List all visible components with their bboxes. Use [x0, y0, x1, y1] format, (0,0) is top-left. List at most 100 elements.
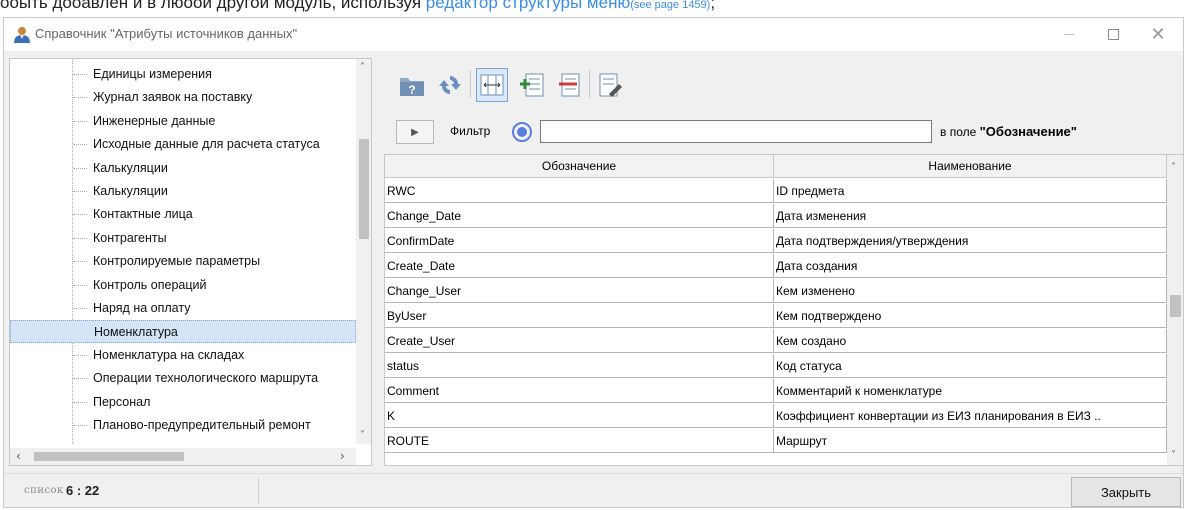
- table-row[interactable]: ByUser Кем подтверждено: [385, 304, 1167, 328]
- minimize-button[interactable]: [1047, 18, 1091, 50]
- maximize-button[interactable]: [1091, 18, 1135, 50]
- play-icon: ▶: [411, 126, 419, 138]
- tree-item[interactable]: Единицы измерения: [10, 63, 356, 86]
- scroll-up-icon[interactable]: ˄: [360, 63, 365, 73]
- cell-name[interactable]: Маршрут: [774, 429, 1167, 453]
- cell-designation[interactable]: Change_User: [385, 279, 774, 303]
- grid-header: Обозначение Наименование: [385, 155, 1167, 178]
- fit-columns-icon: [480, 74, 504, 96]
- toolbar: ?: [384, 58, 1184, 112]
- filter-mode-radio[interactable]: [512, 122, 532, 142]
- table-row[interactable]: Comment Комментарий к номенклатуре: [385, 379, 1167, 403]
- scroll-left-icon[interactable]: ‹: [16, 450, 21, 462]
- table-row[interactable]: Create_User Кем создано: [385, 329, 1167, 353]
- apply-filter-button[interactable]: ▶: [396, 120, 434, 144]
- status-bar: список 6 : 22 Закрыть: [4, 473, 1183, 507]
- scroll-up-icon[interactable]: ˄: [1171, 163, 1176, 173]
- svg-text:?: ?: [408, 83, 415, 97]
- cell-designation[interactable]: status: [385, 354, 774, 378]
- close-window-button[interactable]: ✕: [1136, 18, 1180, 50]
- cell-name[interactable]: ID предмета: [774, 179, 1167, 203]
- cell-name[interactable]: Дата подтверждения/утверждения: [774, 229, 1167, 253]
- cell-name[interactable]: Кем изменено: [774, 279, 1167, 303]
- delete-row-button[interactable]: [552, 68, 584, 102]
- filter-input[interactable]: [540, 120, 932, 143]
- table-row[interactable]: Change_Date Дата изменения: [385, 204, 1167, 228]
- tree-item[interactable]: Контроль операций: [10, 274, 356, 297]
- table-row[interactable]: ConfirmDate Дата подтверждения/утверждени…: [385, 229, 1167, 253]
- delete-row-icon: [559, 73, 580, 97]
- cell-designation[interactable]: Change_Date: [385, 204, 774, 228]
- scroll-down-icon[interactable]: ˅: [360, 431, 365, 441]
- scrollbar-thumb[interactable]: [1170, 295, 1181, 317]
- column-header-designation[interactable]: Обозначение: [385, 155, 774, 178]
- source-tree: Единицы измерения Журнал заявок на постав…: [9, 58, 372, 466]
- document-link[interactable]: редактор структуры меню: [426, 0, 630, 12]
- filter-row: ▶ Фильтр в поле "Обозначение": [384, 118, 1184, 146]
- tree-item[interactable]: Калькуляции: [10, 157, 356, 180]
- cell-designation[interactable]: ByUser: [385, 304, 774, 328]
- cell-name[interactable]: Кем создано: [774, 329, 1167, 353]
- tree-item[interactable]: Номенклатура: [10, 320, 356, 344]
- document-fragment: ооыть дооавлен и в люоои другои модуль, …: [0, 0, 1186, 17]
- close-button[interactable]: Закрыть: [1071, 477, 1181, 507]
- cell-designation[interactable]: Create_Date: [385, 254, 774, 278]
- tree-item[interactable]: Операции технологического маршрута: [10, 367, 356, 390]
- help-folder-button[interactable]: ?: [396, 68, 428, 102]
- tree-item[interactable]: Контактные лица: [10, 203, 356, 226]
- tree-item[interactable]: Наряд на оплату: [10, 297, 356, 320]
- attributes-panel: ? ▶ Фильтр в поле "Обозначение" Обозначе…: [384, 58, 1184, 466]
- cell-name[interactable]: Коэффициент конвертации из ЕИЗ планирова…: [774, 404, 1167, 428]
- edit-row-button[interactable]: [594, 68, 626, 102]
- cell-name[interactable]: Дата создания: [774, 254, 1167, 278]
- tree-item[interactable]: Контрагенты: [10, 227, 356, 250]
- tree-item[interactable]: Планово-предупредительный ремонт: [10, 414, 356, 437]
- document-text: ооыть дооавлен и в люоои другои модуль, …: [0, 0, 715, 13]
- tree-item[interactable]: Журнал заявок на поставку: [10, 86, 356, 109]
- column-header-name[interactable]: Наименование: [774, 155, 1167, 178]
- user-icon: [14, 27, 30, 43]
- page-reference[interactable]: (see page 1459): [630, 0, 710, 11]
- tree-item[interactable]: Инженерные данные: [10, 110, 356, 133]
- table-row[interactable]: Change_User Кем изменено: [385, 279, 1167, 303]
- tree-item[interactable]: Номенклатура на складах: [10, 344, 356, 367]
- fit-columns-button[interactable]: [476, 68, 508, 102]
- cell-designation[interactable]: RWC: [385, 179, 774, 203]
- table-row[interactable]: K Коэффициент конвертации из ЕИЗ планиров…: [385, 404, 1167, 428]
- cell-designation[interactable]: ConfirmDate: [385, 229, 774, 253]
- grid-vertical-scrollbar[interactable]: ˄ ˅: [1167, 155, 1183, 465]
- dictionary-window: Справочник "Атрибуты источников данных" …: [3, 17, 1184, 508]
- add-row-icon: [520, 73, 544, 97]
- cell-designation[interactable]: Comment: [385, 379, 774, 403]
- cell-name[interactable]: Дата изменения: [774, 204, 1167, 228]
- tree-item[interactable]: Калькуляции: [10, 180, 356, 203]
- table-row[interactable]: Create_Date Дата создания: [385, 254, 1167, 278]
- cell-name[interactable]: Кем подтверждено: [774, 304, 1167, 328]
- add-row-button[interactable]: [516, 68, 548, 102]
- scroll-right-icon[interactable]: ›: [340, 450, 345, 462]
- cell-name[interactable]: Комментарий к номенклатуре: [774, 379, 1167, 403]
- title-bar: Справочник "Атрибуты источников данных" …: [4, 18, 1183, 51]
- tree-item[interactable]: Контролируемые параметры: [10, 250, 356, 273]
- cell-designation[interactable]: ROUTE: [385, 429, 774, 453]
- cell-name[interactable]: Код статуса: [774, 354, 1167, 378]
- refresh-button[interactable]: [434, 68, 466, 102]
- refresh-icon: [439, 76, 461, 94]
- tree-item[interactable]: Исходные данные для расчета статуса: [10, 133, 356, 156]
- record-position: 6 : 22: [66, 483, 100, 498]
- filter-label: Фильтр: [450, 124, 491, 138]
- window-title: Справочник "Атрибуты источников данных": [35, 26, 298, 41]
- cell-designation[interactable]: K: [385, 404, 774, 428]
- tree-horizontal-scrollbar[interactable]: ‹ ›: [10, 448, 356, 465]
- scroll-down-icon[interactable]: ˅: [1171, 451, 1176, 461]
- cell-designation[interactable]: Create_User: [385, 329, 774, 353]
- edit-row-icon: [599, 73, 622, 97]
- scrollbar-thumb[interactable]: [359, 139, 369, 239]
- tree-vertical-scrollbar[interactable]: ˄ ˅: [356, 59, 371, 444]
- attributes-grid: Обозначение Наименование RWC ID предмета C…: [384, 154, 1184, 466]
- table-row[interactable]: status Код статуса: [385, 354, 1167, 378]
- table-row[interactable]: RWC ID предмета: [385, 179, 1167, 203]
- tree-item[interactable]: Персонал: [10, 391, 356, 414]
- scrollbar-thumb[interactable]: [34, 452, 184, 461]
- table-row[interactable]: ROUTE Маршрут: [385, 429, 1167, 453]
